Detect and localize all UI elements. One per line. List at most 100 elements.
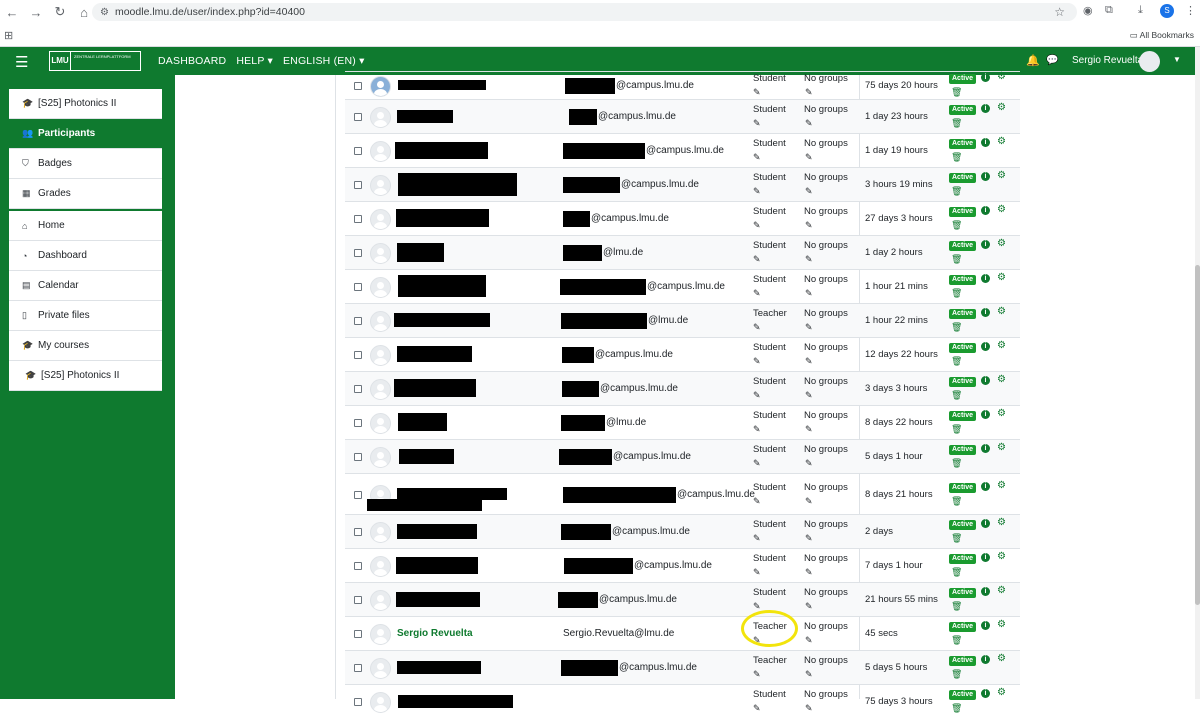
avatar[interactable] xyxy=(370,311,391,332)
select-checkbox[interactable] xyxy=(354,490,362,499)
edit-groups-pencil-icon[interactable]: ✎ xyxy=(805,254,813,265)
scrollbar[interactable] xyxy=(1195,47,1200,699)
info-icon[interactable]: i xyxy=(981,274,990,283)
edit-groups-pencil-icon[interactable]: ✎ xyxy=(805,424,813,435)
avatar[interactable] xyxy=(370,624,391,645)
trash-icon[interactable]: 🗑 xyxy=(951,118,962,129)
edit-role-pencil-icon[interactable]: ✎ xyxy=(753,322,761,333)
sidebar-item-badges[interactable]: ⛉ Badges xyxy=(9,149,162,179)
chevron-down-icon[interactable]: ▼ xyxy=(1173,55,1181,64)
edit-groups-pencil-icon[interactable]: ✎ xyxy=(805,186,813,197)
edit-groups-pencil-icon[interactable]: ✎ xyxy=(805,118,813,129)
lmu-logo[interactable]: LMU ZENTRALE LERNPLATTFORM xyxy=(49,51,141,71)
info-icon[interactable]: i xyxy=(981,73,990,82)
avatar[interactable] xyxy=(370,345,391,366)
gear-icon[interactable]: ⚙ xyxy=(997,518,1006,528)
avatar[interactable] xyxy=(370,590,391,611)
edit-groups-pencil-icon[interactable]: ✎ xyxy=(805,87,813,98)
back-arrow-icon[interactable]: ← xyxy=(0,0,24,24)
select-checkbox[interactable] xyxy=(354,419,362,427)
edit-groups-pencil-icon[interactable]: ✎ xyxy=(805,601,813,612)
info-icon[interactable]: i xyxy=(981,172,990,181)
avatar[interactable] xyxy=(370,556,391,577)
gear-icon[interactable]: ⚙ xyxy=(997,480,1006,491)
trash-icon[interactable]: 🗑 xyxy=(951,254,962,265)
site-info-icon[interactable]: ⚙ xyxy=(100,7,109,18)
gear-icon[interactable]: ⚙ xyxy=(997,205,1006,215)
select-checkbox[interactable] xyxy=(354,562,362,570)
participant-name[interactable]: Sergio Revuelta xyxy=(397,628,473,639)
select-checkbox[interactable] xyxy=(354,283,362,291)
edit-role-pencil-icon[interactable]: ✎ xyxy=(753,458,761,469)
gear-icon[interactable]: ⚙ xyxy=(997,375,1006,385)
edit-role-pencil-icon[interactable]: ✎ xyxy=(753,703,761,714)
trash-icon[interactable]: 🗑 xyxy=(951,424,962,435)
avatar[interactable] xyxy=(370,692,391,713)
info-icon[interactable]: i xyxy=(981,376,990,385)
gear-icon[interactable]: ⚙ xyxy=(997,273,1006,283)
info-icon[interactable]: i xyxy=(981,689,990,698)
edit-role-pencil-icon[interactable]: ✎ xyxy=(753,424,761,435)
gear-icon[interactable]: ⚙ xyxy=(997,341,1006,351)
edit-groups-pencil-icon[interactable]: ✎ xyxy=(805,458,813,469)
gear-icon[interactable]: ⚙ xyxy=(997,586,1006,596)
profile-avatar[interactable]: S xyxy=(1160,4,1174,18)
edit-groups-pencil-icon[interactable]: ✎ xyxy=(805,703,813,714)
trash-icon[interactable]: 🗑 xyxy=(951,496,962,507)
avatar[interactable] xyxy=(370,658,391,679)
sidebar-item-s25-photonics-ii[interactable]: 🎓 [S25] Photonics II xyxy=(9,361,162,391)
edit-groups-pencil-icon[interactable]: ✎ xyxy=(805,533,813,544)
trash-icon[interactable]: 🗑 xyxy=(951,533,962,544)
info-icon[interactable]: i xyxy=(981,104,990,113)
info-icon[interactable]: i xyxy=(981,138,990,147)
trash-icon[interactable]: 🗑 xyxy=(951,152,962,163)
trash-icon[interactable]: 🗑 xyxy=(951,669,962,680)
avatar[interactable] xyxy=(370,379,391,400)
trash-icon[interactable]: 🗑 xyxy=(951,567,962,578)
trash-icon[interactable]: 🗑 xyxy=(951,458,962,469)
sidebar-item-my-courses[interactable]: 🎓 My courses xyxy=(9,331,162,361)
gear-icon[interactable]: ⚙ xyxy=(997,552,1006,562)
extension-icon[interactable]: ◉ xyxy=(1083,4,1093,17)
avatar[interactable] xyxy=(370,76,391,97)
avatar[interactable] xyxy=(370,447,391,468)
avatar[interactable] xyxy=(370,277,391,298)
edit-groups-pencil-icon[interactable]: ✎ xyxy=(805,152,813,163)
trash-icon[interactable]: 🗑 xyxy=(951,601,962,612)
edit-role-pencil-icon[interactable]: ✎ xyxy=(753,87,761,98)
edit-groups-pencil-icon[interactable]: ✎ xyxy=(805,496,813,507)
sidebar-item-private-files[interactable]: ▯ Private files xyxy=(9,301,162,331)
avatar[interactable] xyxy=(370,209,391,230)
gear-icon[interactable]: ⚙ xyxy=(997,307,1006,317)
info-icon[interactable]: i xyxy=(981,308,990,317)
edit-groups-pencil-icon[interactable]: ✎ xyxy=(805,220,813,231)
edit-role-pencil-icon[interactable]: ✎ xyxy=(753,288,761,299)
menu-kebab-icon[interactable]: ⋮ xyxy=(1185,4,1196,17)
gear-icon[interactable]: ⚙ xyxy=(997,409,1006,419)
info-icon[interactable]: i xyxy=(981,206,990,215)
messages-chat-icon[interactable]: 💬 xyxy=(1046,55,1058,66)
edit-groups-pencil-icon[interactable]: ✎ xyxy=(805,356,813,367)
puzzle-icon[interactable]: ⧉ xyxy=(1105,4,1113,17)
nav-dashboard[interactable]: DASHBOARD xyxy=(158,55,226,67)
trash-icon[interactable]: 🗑 xyxy=(951,635,962,646)
sidebar-item-grades[interactable]: ▦ Grades xyxy=(9,179,162,209)
trash-icon[interactable]: 🗑 xyxy=(951,703,962,714)
avatar[interactable] xyxy=(370,175,391,196)
all-bookmarks[interactable]: ▭ All Bookmarks xyxy=(1130,30,1194,41)
select-checkbox[interactable] xyxy=(354,147,362,155)
edit-role-pencil-icon[interactable]: ✎ xyxy=(753,186,761,197)
address-bar[interactable]: ⚙ moodle.lmu.de/user/index.php?id=40400 … xyxy=(92,3,1077,21)
notification-bell-icon[interactable]: 🔔 xyxy=(1026,54,1040,67)
forward-arrow-icon[interactable]: → xyxy=(24,0,48,24)
edit-groups-pencil-icon[interactable]: ✎ xyxy=(805,390,813,401)
sidebar-item-calendar[interactable]: ▤ Calendar xyxy=(9,271,162,301)
edit-groups-pencil-icon[interactable]: ✎ xyxy=(805,322,813,333)
select-checkbox[interactable] xyxy=(354,82,362,90)
select-checkbox[interactable] xyxy=(354,317,362,325)
select-checkbox[interactable] xyxy=(354,385,362,393)
user-avatar[interactable] xyxy=(1139,51,1160,72)
trash-icon[interactable]: 🗑 xyxy=(951,220,962,231)
scrollbar-thumb[interactable] xyxy=(1195,265,1200,605)
edit-role-pencil-icon[interactable]: ✎ xyxy=(753,669,761,680)
